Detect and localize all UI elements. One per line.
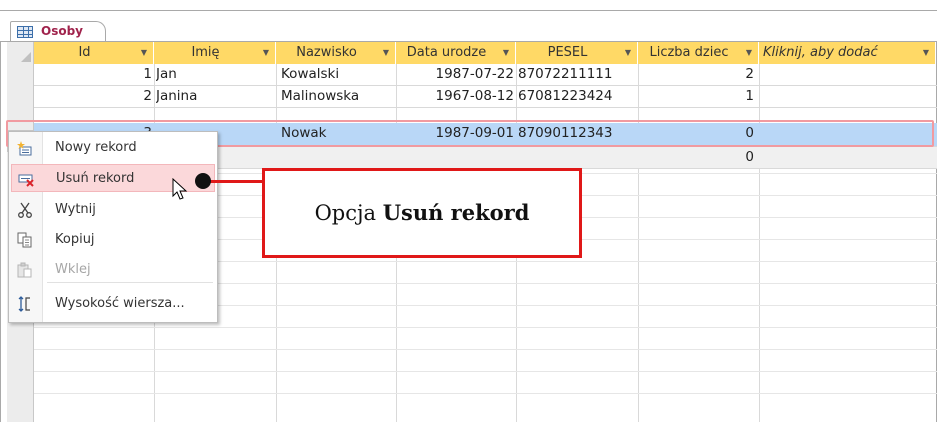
paste-icon (17, 262, 32, 278)
tab-osoby[interactable]: Osoby (10, 21, 106, 42)
menu-item-paste[interactable]: Wklej (11, 256, 215, 284)
menu-item-label: Wysokość wiersza... (55, 296, 185, 311)
cell-nazwisko[interactable]: Kowalski (281, 64, 397, 85)
grid-line (759, 64, 760, 422)
row-height-icon (18, 296, 30, 312)
tab-strip: Osoby (0, 11, 937, 42)
column-header-label: Kliknij, aby dodać (763, 45, 878, 60)
menu-item-label: Kopiuj (55, 232, 95, 247)
mouse-pointer-icon (172, 178, 188, 200)
cell-id[interactable]: 2 (34, 86, 152, 107)
cell-data-urodzenia[interactable]: 1987-07-22 (396, 64, 514, 85)
menu-item-label: Wytnij (55, 202, 96, 217)
tab-label: Osoby (41, 24, 83, 38)
cell-pesel[interactable]: 87072211111 (518, 64, 636, 85)
new-record-icon (17, 141, 32, 156)
grid-line (34, 393, 937, 394)
menu-item-label: Wklej (55, 262, 91, 277)
menu-item-row-height[interactable]: Wysokość wiersza... (11, 290, 215, 318)
chevron-down-icon[interactable]: ▼ (261, 42, 271, 64)
column-header-label: PESEL (547, 45, 588, 60)
cell-liczba-dzieci[interactable]: 2 (638, 64, 754, 85)
delete-record-icon (18, 174, 34, 187)
column-header-pesel[interactable]: PESEL ▼ (516, 42, 638, 64)
callout-connector (204, 180, 262, 183)
cell-liczba-dzieci[interactable]: 1 (638, 86, 754, 107)
chevron-down-icon[interactable]: ▼ (501, 42, 511, 64)
menu-item-new-record[interactable]: Nowy rekord (11, 134, 215, 162)
table-row[interactable]: 2 Janina Malinowska 1967-08-12 670812234… (34, 86, 937, 108)
column-header-nazwisko[interactable]: Nazwisko ▼ (276, 42, 396, 64)
cell-nazwisko[interactable]: Malinowska (281, 86, 397, 107)
column-header-label: Data urodze (406, 45, 487, 60)
column-header-label: Nazwisko (296, 45, 357, 60)
scissors-icon (18, 202, 32, 218)
callout-bold-text: Usuń rekord (382, 200, 530, 225)
table-icon (17, 26, 33, 38)
grid-line (638, 64, 639, 422)
copy-icon (17, 232, 32, 248)
select-all-corner[interactable] (7, 42, 34, 64)
cell-id[interactable]: 1 (34, 64, 152, 85)
chevron-down-icon[interactable]: ▼ (139, 42, 149, 64)
cell-imie[interactable]: Janina (156, 86, 272, 107)
table-row[interactable]: 1 Jan Kowalski 1987-07-22 87072211111 2 (34, 64, 937, 86)
menu-item-label: Nowy rekord (55, 140, 137, 155)
column-header-add-field[interactable]: Kliknij, aby dodać ▼ (759, 42, 936, 64)
menu-separator (47, 282, 213, 283)
cell-imie[interactable]: Jan (156, 64, 272, 85)
column-header-imie[interactable]: Imię ▼ (154, 42, 276, 64)
column-header-label: Id (78, 45, 91, 60)
grid-line (34, 371, 937, 372)
column-header-liczba-dzieci[interactable]: Liczba dziec ▼ (638, 42, 759, 64)
menu-item-label: Usuń rekord (56, 171, 135, 186)
column-header-label: Liczba dziec (649, 45, 729, 60)
chevron-down-icon[interactable]: ▼ (623, 42, 633, 64)
cell-data-urodzenia[interactable]: 1967-08-12 (396, 86, 514, 107)
chevron-down-icon[interactable]: ▼ (921, 42, 931, 64)
menu-item-copy[interactable]: Kopiuj (11, 226, 215, 254)
grid-line (34, 327, 937, 328)
context-menu: Nowy rekord Usuń rekord Wytnij Kopiuj Wk… (8, 131, 218, 323)
chevron-down-icon[interactable]: ▼ (381, 42, 391, 64)
annotation-callout: Opcja Usuń rekord (262, 168, 582, 258)
chevron-down-icon[interactable]: ▼ (744, 42, 754, 64)
cell-liczba-dzieci[interactable]: 0 (638, 147, 754, 168)
column-header-label: Imię (191, 45, 220, 60)
callout-dot (195, 173, 211, 189)
column-header-id[interactable]: Id ▼ (34, 42, 154, 64)
cell-pesel[interactable]: 67081223424 (518, 86, 636, 107)
callout-prefix: Opcja (314, 201, 383, 225)
grid-line (34, 349, 937, 350)
column-header-data-urodzenia[interactable]: Data urodze ▼ (396, 42, 516, 64)
